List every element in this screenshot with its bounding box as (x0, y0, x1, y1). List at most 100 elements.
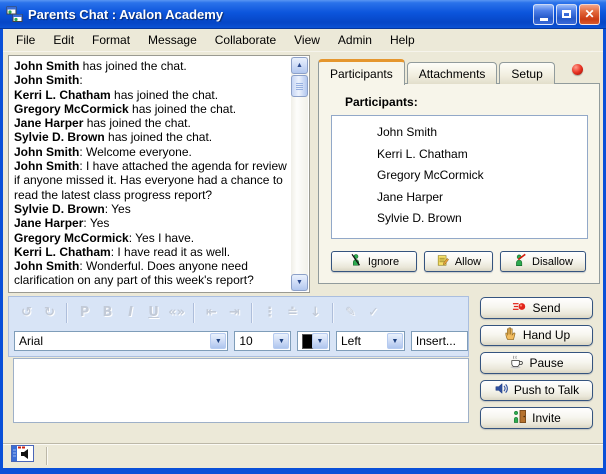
chat-message: Jane Harper has joined the chat. (14, 116, 290, 130)
indent-icon[interactable]: ⇥ (223, 302, 246, 324)
format-toolbar-combos: Arial ▼ 10 ▼ ▼ Left ▼ Insert... (9, 328, 468, 351)
pause-button[interactable]: Pause (480, 352, 593, 374)
menu-item-file[interactable]: File (7, 30, 44, 50)
hand-up-icon (503, 326, 518, 344)
button-label: Send (532, 301, 560, 315)
participant-item[interactable]: John Smith (332, 122, 587, 144)
window-client-area: FileEditFormatMessageCollaborateViewAdmi… (3, 29, 603, 468)
allow-button[interactable]: Allow (424, 251, 493, 272)
scroll-down-icon[interactable]: ▼ (291, 274, 308, 291)
chevron-down-icon[interactable]: ▼ (387, 333, 403, 349)
menu-item-collaborate[interactable]: Collaborate (206, 30, 285, 50)
participants-label: Participants: (345, 95, 418, 109)
button-label: Hand Up (523, 328, 570, 342)
close-button[interactable]: ✕ (579, 4, 600, 25)
sort-descending-icon[interactable]: ↓ (304, 302, 327, 324)
menu-item-edit[interactable]: Edit (44, 30, 83, 50)
font-size-value: 10 (239, 334, 252, 348)
italic-icon[interactable]: I (119, 302, 142, 324)
font-family-value: Arial (19, 334, 43, 348)
tab-participants[interactable]: Participants (318, 59, 405, 85)
invite-button[interactable]: Invite (480, 407, 593, 429)
chat-app-icon (6, 6, 23, 23)
toolbar-separator (332, 303, 334, 323)
chat-message: John Smith: (14, 73, 290, 87)
close-icon: ✕ (584, 8, 594, 20)
paragraph-icon[interactable]: P (73, 302, 96, 324)
chat-message: John Smith: Wonderful. Does anyone need … (14, 259, 290, 288)
statusbar-separator (46, 447, 48, 465)
menu-item-help[interactable]: Help (381, 30, 424, 50)
audio-window-icon[interactable] (11, 445, 35, 468)
format-toolbar-icons: ↺↻ PBIU«» ⇤⇥ ⋮≐↓ ✎✓ (9, 297, 468, 328)
chevron-down-icon[interactable]: ▼ (210, 333, 226, 349)
alignment-value: Left (341, 334, 361, 348)
button-label: Push to Talk (514, 383, 579, 397)
participants-tab-panel: Participants: John SmithKerri L. Chatham… (318, 83, 600, 284)
font-family-select[interactable]: Arial ▼ (14, 331, 228, 351)
button-label: Pause (529, 356, 563, 370)
participants-list[interactable]: John SmithKerri L. ChathamGregory McCorm… (331, 115, 588, 239)
button-label: Disallow (532, 256, 573, 268)
insert-field[interactable]: Insert... (411, 331, 468, 351)
menu-item-message[interactable]: Message (139, 30, 206, 50)
redo-icon[interactable]: ↻ (38, 302, 61, 324)
push-to-talk-button[interactable]: Push to Talk (480, 380, 593, 402)
button-label: Ignore (368, 256, 399, 268)
titlebar[interactable]: Parents Chat : Avalon Academy ✕ (0, 0, 606, 29)
participant-item[interactable]: Kerri L. Chatham (332, 144, 587, 166)
menu-item-format[interactable]: Format (83, 30, 139, 50)
font-effects-icon[interactable]: ✎ (339, 302, 362, 324)
tab-attachments[interactable]: Attachments (407, 62, 498, 84)
chat-message: Jane Harper: Yes (14, 216, 290, 230)
menu-item-admin[interactable]: Admin (329, 30, 381, 50)
bold-icon[interactable]: B (96, 302, 119, 324)
button-label: Allow (455, 256, 481, 268)
minimize-icon (540, 18, 548, 21)
baseline-icon[interactable]: ≐ (281, 302, 304, 324)
ignore-button[interactable]: Ignore (331, 251, 417, 272)
send-icon (512, 299, 527, 317)
chat-message: Sylvie D. Brown has joined the chat. (14, 130, 290, 144)
tab-setup[interactable]: Setup (499, 62, 554, 84)
font-size-select[interactable]: 10 ▼ (234, 331, 291, 351)
toolbar-separator (66, 303, 68, 323)
chevron-down-icon[interactable]: ▼ (312, 333, 328, 349)
pause-icon (509, 354, 524, 372)
participant-item[interactable]: Sylvie D. Brown (332, 208, 587, 230)
message-input[interactable] (13, 358, 469, 423)
chat-scrollbar[interactable]: ▲ ▼ (291, 57, 308, 291)
toolbar-separator (193, 303, 195, 323)
chevron-down-icon[interactable]: ▼ (273, 333, 289, 349)
participant-item[interactable]: Gregory McCormick (332, 165, 587, 187)
participant-item[interactable]: Jane Harper (332, 187, 587, 209)
hand-up-button[interactable]: Hand Up (480, 325, 593, 347)
outdent-icon[interactable]: ⇤ (200, 302, 223, 324)
minimize-button[interactable] (533, 4, 554, 25)
toolbar-separator (251, 303, 253, 323)
button-label: Invite (532, 411, 561, 425)
disallow-icon (513, 253, 527, 270)
undo-icon[interactable]: ↺ (15, 302, 38, 324)
chat-message: John Smith: I have attached the agenda f… (14, 159, 290, 202)
menu-item-view[interactable]: View (285, 30, 329, 50)
font-color-select[interactable]: ▼ (297, 331, 330, 351)
record-dot (572, 64, 583, 75)
chat-message: John Smith: Welcome everyone. (14, 145, 290, 159)
maximize-button[interactable] (556, 4, 577, 25)
chat-message: Kerri L. Chatham has joined the chat. (14, 88, 290, 102)
action-button-stack: Send Hand Up Pause Push to Talk Invite (480, 297, 593, 429)
scroll-up-icon[interactable]: ▲ (291, 57, 308, 74)
chat-messages: John Smith has joined the chat.John Smit… (9, 56, 292, 292)
alignment-select[interactable]: Left ▼ (336, 331, 405, 351)
quote-icon[interactable]: «» (165, 302, 188, 324)
underline-icon[interactable]: U (142, 302, 165, 324)
chat-message: Kerri L. Chatham: I have read it as well… (14, 245, 290, 259)
chat-message: Gregory McCormick: Yes I have. (14, 231, 290, 245)
scrollbar-thumb[interactable] (291, 75, 308, 97)
list-icon[interactable]: ⋮ (258, 302, 281, 324)
menu-bar: FileEditFormatMessageCollaborateViewAdmi… (3, 29, 603, 52)
disallow-button[interactable]: Disallow (500, 251, 586, 272)
send-button[interactable]: Send (480, 297, 593, 319)
spellcheck-icon[interactable]: ✓ (362, 302, 385, 324)
